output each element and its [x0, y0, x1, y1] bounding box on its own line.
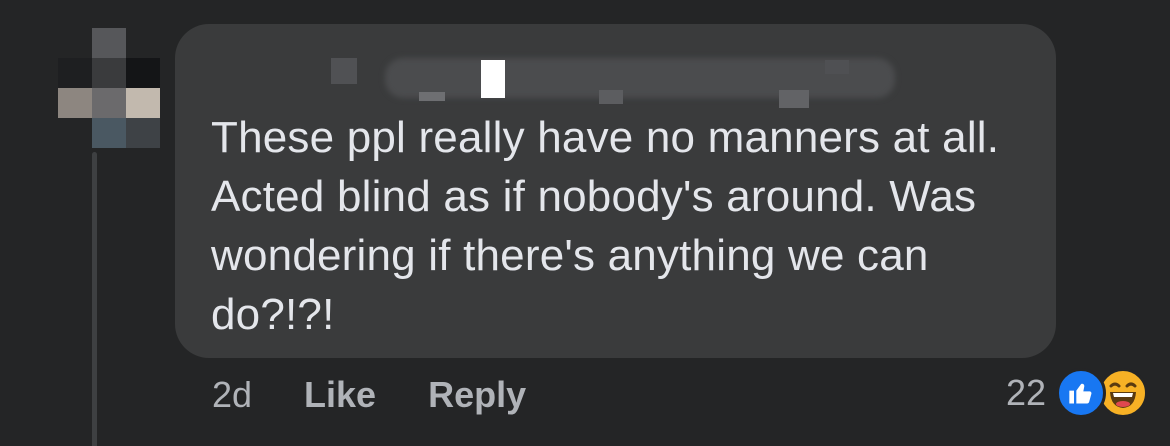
comment-actions: 2d Like Reply	[212, 374, 526, 416]
comment-text: These ppl really have no manners at all.…	[211, 113, 1000, 339]
timestamp[interactable]: 2d	[212, 374, 252, 416]
like-button[interactable]: Like	[304, 374, 376, 416]
avatar[interactable]	[58, 28, 160, 150]
author-name-redacted[interactable]	[235, 54, 975, 108]
thread-line	[92, 152, 97, 446]
reaction-count: 22	[1005, 372, 1046, 413]
reactions-summary[interactable]: 22	[1006, 368, 1148, 418]
like-icon	[1056, 368, 1106, 418]
comment-thread: These ppl really have no manners at all.…	[0, 0, 1170, 446]
reply-button[interactable]: Reply	[428, 374, 526, 416]
comment-bubble: These ppl really have no manners at all.…	[175, 24, 1056, 358]
